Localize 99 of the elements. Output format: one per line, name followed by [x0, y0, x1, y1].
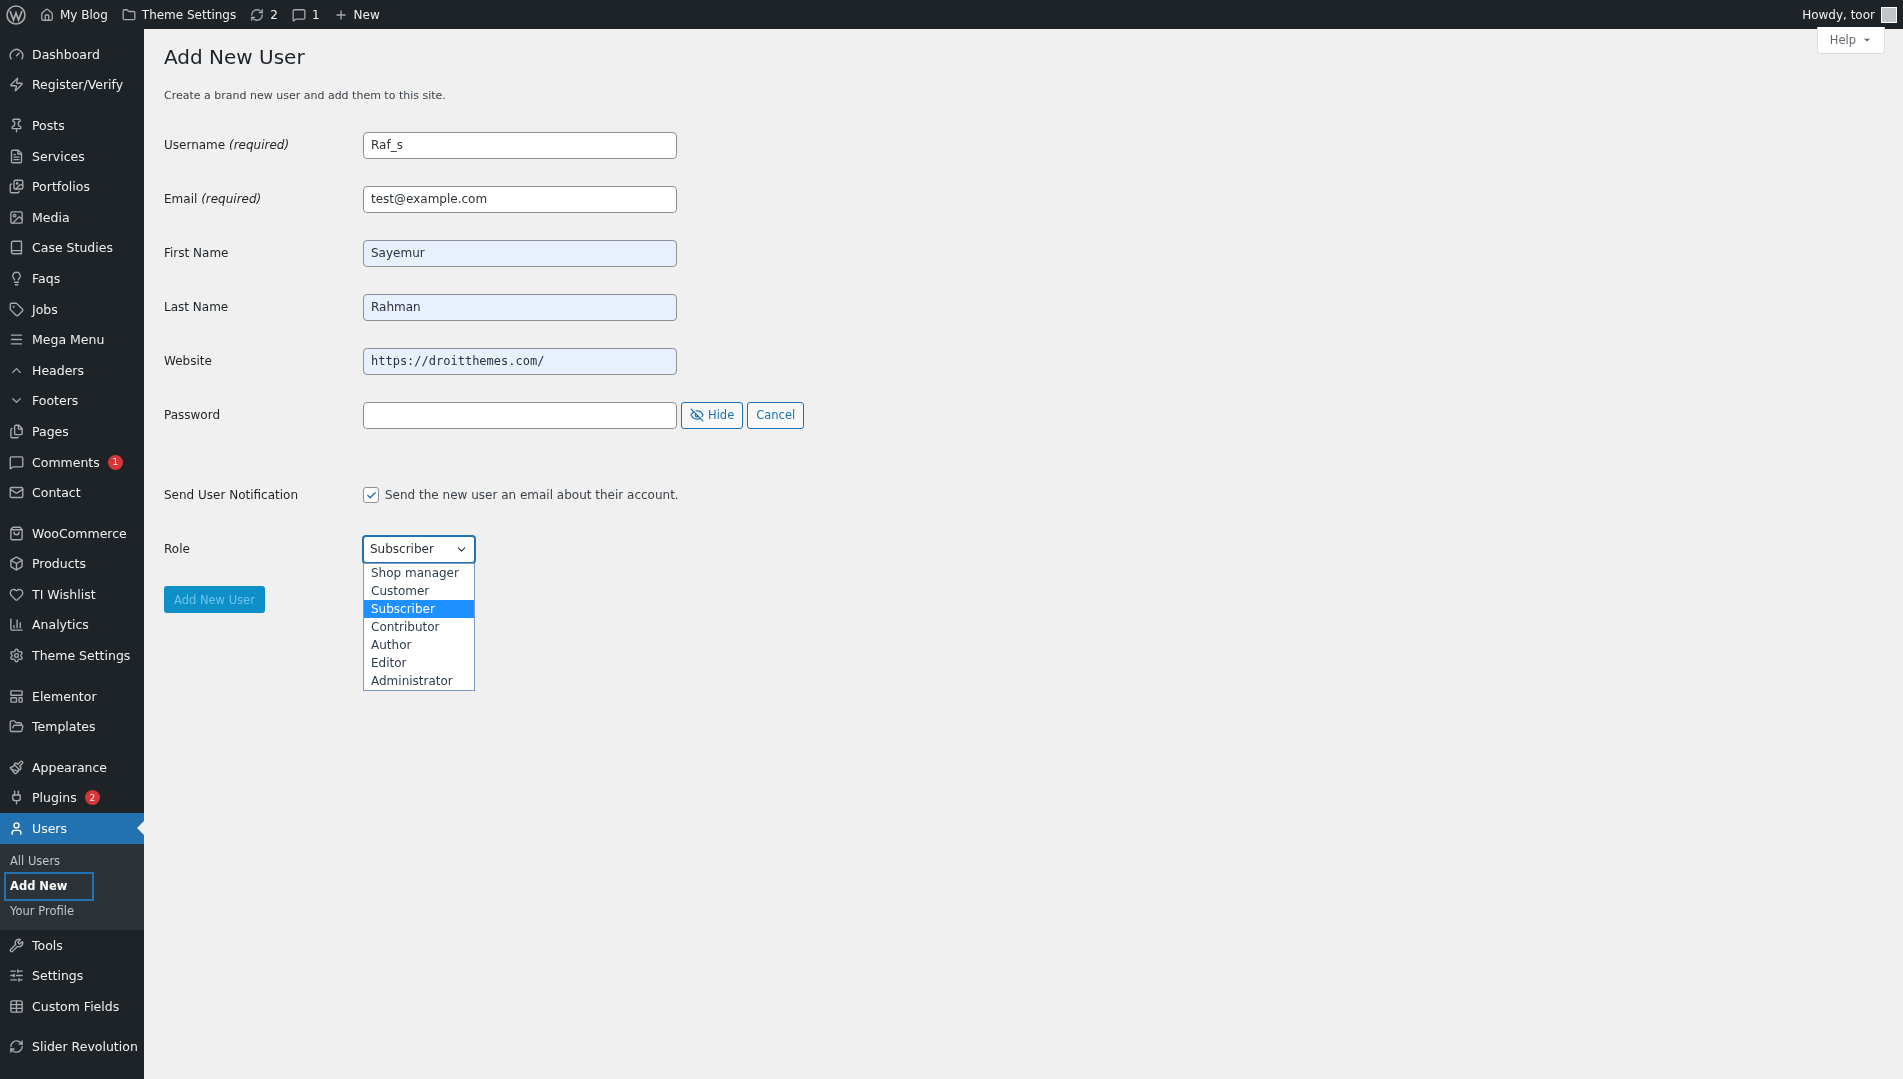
- password-button[interactable]: Cancel: [747, 401, 805, 429]
- sidebar-item[interactable]: Pages: [0, 416, 144, 447]
- lightbulb-icon: [9, 270, 24, 286]
- sidebar-item[interactable]: Comments 1: [0, 446, 144, 478]
- sidebar-item[interactable]: Footers: [0, 385, 144, 417]
- bar-chart-icon: [9, 617, 24, 633]
- help-tab[interactable]: Help: [1816, 27, 1885, 54]
- password-field[interactable]: [363, 401, 677, 429]
- folder-icon: [9, 719, 24, 735]
- refresh-icon: [250, 7, 265, 22]
- pages-icon: [9, 423, 24, 439]
- plus-icon: [333, 7, 348, 22]
- field-label: Website: [164, 354, 213, 368]
- shopping-bag-icon: [9, 525, 24, 541]
- sidebar-item[interactable]: Slider Revolution: [0, 1031, 144, 1063]
- tag-icon: [9, 301, 24, 317]
- sidebar-item[interactable]: WooCommerce: [0, 517, 144, 549]
- input-field[interactable]: https://droitthemes.com/: [363, 347, 677, 375]
- submenu-item[interactable]: All Users: [6, 848, 138, 874]
- field-label: Last Name: [164, 300, 230, 314]
- submenu-item[interactable]: Your Profile: [6, 898, 138, 924]
- sidebar-item[interactable]: Posts: [0, 110, 144, 141]
- submenu-item[interactable]: Add New: [6, 873, 92, 899]
- avatar-icon[interactable]: [1881, 6, 1897, 23]
- layout-icon: [9, 688, 24, 704]
- wrench-icon: [9, 937, 24, 953]
- home-icon: [40, 7, 54, 22]
- input-field[interactable]: Sayemur: [363, 239, 677, 267]
- document-icon: [9, 148, 24, 164]
- checkbox-label: Send the new user an email about their account.: [385, 488, 679, 502]
- input-field[interactable]: Raf_s: [363, 131, 677, 159]
- refresh-icon: [9, 1039, 24, 1055]
- admin-bar-item[interactable]: 1: [291, 7, 320, 22]
- speech-bubble-icon: [291, 7, 306, 22]
- admin-bar-item[interactable]: 2: [250, 7, 278, 22]
- page-description: Create a brand new user and add them to this site.: [164, 89, 447, 102]
- sidebar-item[interactable]: Elementor: [0, 680, 144, 712]
- sidebar-item[interactable]: TI Wishlist: [0, 579, 144, 610]
- gauge-icon: [9, 46, 24, 62]
- sidebar-item[interactable]: Dashboard: [0, 39, 144, 70]
- folder-icon: [121, 7, 136, 22]
- admin-bar-item[interactable]: My Blog: [40, 7, 108, 22]
- menu-icon: [9, 332, 24, 348]
- sidebar-item[interactable]: Jobs: [0, 293, 144, 325]
- checkbox[interactable]: [363, 487, 379, 503]
- count-badge: 2: [84, 790, 100, 806]
- lightning-icon: [9, 77, 24, 93]
- sidebar-item[interactable]: Media: [0, 201, 144, 233]
- sidebar-item[interactable]: Tools: [0, 929, 144, 961]
- admin-bar-item[interactable]: Theme Settings: [121, 7, 237, 22]
- eye-slash-icon: [690, 408, 704, 422]
- input-field[interactable]: test@example.com: [363, 185, 677, 213]
- sidebar-item[interactable]: Products: [0, 548, 144, 580]
- plug-icon: [9, 790, 24, 806]
- account-greeting[interactable]: Howdy, toor: [1802, 7, 1875, 22]
- envelope-icon: [9, 485, 24, 501]
- sidebar-item[interactable]: Case Studies: [0, 232, 144, 264]
- field-label: Email (required): [164, 192, 263, 206]
- sidebar-item[interactable]: Services: [0, 140, 144, 172]
- sidebar-item[interactable]: Faqs: [0, 263, 144, 294]
- sidebar-item[interactable]: Theme Settings: [0, 640, 144, 671]
- sidebar-item[interactable]: Portfolios: [0, 171, 144, 202]
- sidebar-item[interactable]: Register/Verify: [0, 69, 144, 101]
- admin-bar-item[interactable]: New: [333, 7, 380, 22]
- caret-icon: [1862, 35, 1872, 45]
- speech-bubble-icon: [9, 454, 24, 470]
- checkmark-icon: [365, 489, 377, 501]
- sidebar-item[interactable]: Settings: [0, 960, 144, 992]
- logo-icon[interactable]: [6, 4, 26, 25]
- role-select[interactable]: Subscriber: [363, 535, 475, 563]
- box-icon: [9, 556, 24, 572]
- sidebar-item[interactable]: Appearance: [0, 752, 144, 783]
- sidebar-item[interactable]: Contact: [0, 477, 144, 508]
- field-label: Role: [164, 542, 191, 556]
- field-label: Username (required): [164, 138, 291, 152]
- page-title: Add New User: [164, 45, 306, 69]
- sidebar-item[interactable]: Plugins 2: [0, 782, 144, 814]
- sidebar-item[interactable]: Headers: [0, 354, 144, 386]
- field-label: Send User Notification: [164, 488, 300, 502]
- input-field[interactable]: Rahman: [363, 293, 677, 321]
- settings-icon: [9, 648, 24, 664]
- sliders-icon: [9, 968, 24, 984]
- sidebar-item[interactable]: Analytics: [0, 609, 144, 641]
- field-label: Password: [164, 408, 222, 422]
- brush-icon: [9, 759, 24, 775]
- heart-icon: [9, 586, 24, 602]
- image-icon: [9, 209, 24, 225]
- password-button[interactable]: Hide: [681, 401, 744, 429]
- sidebar-item[interactable]: Custom Fields: [0, 991, 144, 1022]
- sidebar-item[interactable]: Mega Menu: [0, 324, 144, 355]
- count-badge: 1: [107, 454, 123, 470]
- sidebar-item[interactable]: Templates: [0, 711, 144, 743]
- pin-icon: [9, 118, 24, 133]
- field-label: First Name: [164, 246, 230, 260]
- sidebar-item[interactable]: Users: [0, 813, 144, 844]
- images-icon: [9, 179, 24, 195]
- user-icon: [9, 821, 24, 837]
- book-icon: [9, 240, 24, 256]
- table-icon: [9, 998, 24, 1014]
